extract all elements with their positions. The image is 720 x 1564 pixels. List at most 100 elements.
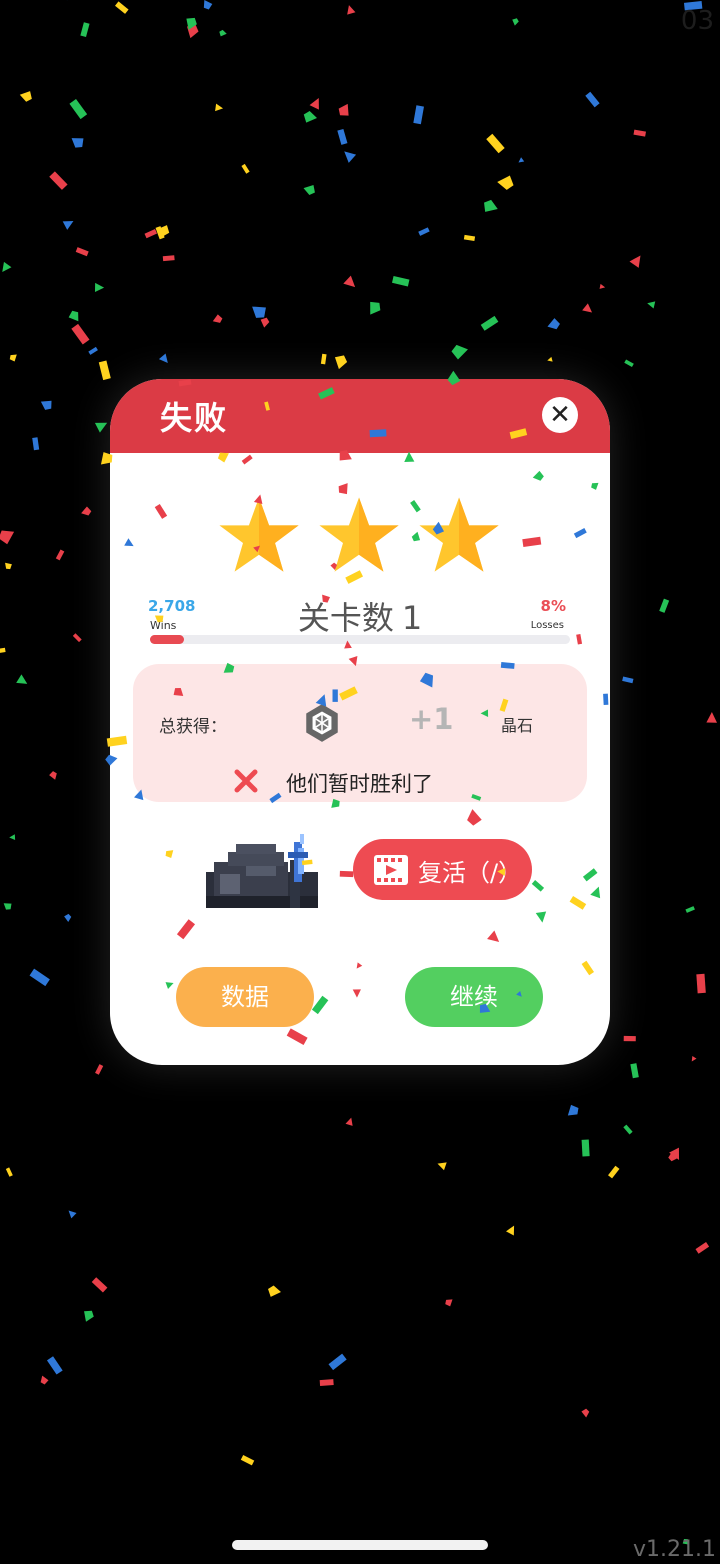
confetti-piece: [68, 310, 79, 322]
confetti-piece: [669, 1147, 680, 1160]
confetti-piece: [40, 400, 52, 410]
confetti-piece: [506, 1225, 515, 1236]
x-icon: [232, 767, 260, 795]
dialog-header: 失败 ✕: [110, 379, 610, 453]
revive-label: 复活（/）: [418, 853, 522, 888]
home-indicator[interactable]: [232, 1540, 488, 1550]
confetti-piece: [2, 261, 12, 273]
confetti-piece: [0, 647, 6, 654]
confetti-piece: [19, 91, 32, 102]
confetti-piece: [162, 255, 175, 262]
confetti-piece: [91, 1277, 108, 1293]
confetti-piece: [647, 301, 656, 309]
confetti-piece: [186, 17, 197, 30]
revive-text: 复活（: [418, 859, 490, 887]
confetti-piece: [203, 0, 213, 10]
confetti-piece: [547, 318, 560, 330]
confetti-piece: [392, 276, 410, 287]
confetti-piece: [599, 283, 606, 289]
loss-bar-fill: [150, 635, 184, 644]
confetti-piece: [84, 1310, 94, 1322]
confetti-piece: [581, 1139, 590, 1157]
confetti-piece: [40, 1375, 49, 1385]
confetti-piece: [29, 968, 50, 987]
crystal-icon: [301, 702, 343, 744]
continue-button[interactable]: 继续: [405, 967, 543, 1027]
confetti-piece: [334, 355, 348, 370]
confetti-piece: [633, 129, 646, 137]
confetti-piece: [706, 712, 718, 723]
confetti-piece: [75, 247, 89, 257]
confetti-piece: [268, 1285, 281, 1297]
star-icon: [216, 495, 302, 575]
confetti-piece: [497, 175, 514, 190]
confetti-piece: [512, 18, 519, 26]
confetti-piece: [64, 913, 72, 923]
confetti-piece: [156, 225, 170, 236]
confetti-piece: [696, 973, 706, 994]
confetti-piece: [240, 1454, 255, 1466]
confetti-piece: [547, 356, 553, 362]
confetti-piece: [9, 354, 17, 362]
confetti-piece: [624, 359, 634, 368]
confetti-piece: [480, 315, 499, 331]
character-sprite: [206, 834, 324, 914]
confetti-piece: [685, 906, 695, 913]
confetti-piece: [608, 1165, 620, 1179]
confetti-piece: [49, 771, 57, 780]
level-label: 关卡数: [297, 599, 394, 637]
confetti-piece: [623, 1035, 636, 1042]
star-icon: [316, 495, 402, 575]
confetti-piece: [486, 133, 505, 154]
confetti-piece: [418, 227, 430, 236]
revive-button[interactable]: 复活（/）: [353, 839, 532, 900]
confetti-piece: [319, 1379, 334, 1386]
defeat-dialog: 失败 ✕ 2,708 Wins 关卡数 1 8% Losses 总获得： +1 …: [110, 379, 610, 1065]
confetti-piece: [3, 903, 12, 910]
confetti-piece: [68, 1210, 77, 1219]
confetti-piece: [219, 29, 227, 37]
star-icon: [416, 495, 502, 575]
level-display: 关卡数 1: [110, 593, 610, 639]
revive-timer: /: [490, 859, 499, 887]
confetti-piece: [337, 128, 348, 145]
confetti-piece: [345, 1117, 353, 1126]
reward-panel: 总获得： +1 晶石 他们暂时胜利了: [133, 664, 587, 802]
confetti-piece: [303, 110, 317, 123]
confetti-piece: [518, 157, 525, 163]
losses-label: Losses: [530, 620, 564, 631]
confetti-piece: [437, 1162, 447, 1171]
close-button[interactable]: ✕: [542, 397, 578, 433]
data-button[interactable]: 数据: [176, 967, 314, 1027]
confetti-piece: [9, 834, 16, 841]
reward-item-name: 晶石: [501, 716, 534, 735]
confetti-piece: [98, 360, 111, 381]
confetti-piece: [62, 221, 74, 230]
confetti-piece: [115, 1, 129, 14]
reward-amount: +1: [409, 702, 454, 736]
confetti-piece: [260, 317, 270, 328]
confetti-piece: [88, 346, 98, 355]
confetti-piece: [5, 562, 12, 570]
confetti-piece: [581, 1408, 590, 1418]
star-rating: [216, 495, 506, 575]
confetti-piece: [629, 255, 641, 268]
confetti-piece: [16, 674, 28, 684]
revive-text-end: ）: [498, 859, 523, 887]
confetti-piece: [144, 229, 158, 239]
confetti-piece: [413, 105, 424, 125]
confetti-piece: [463, 234, 476, 242]
confetti-piece: [72, 633, 82, 643]
confetti-piece: [623, 1124, 633, 1135]
confetti-piece: [241, 163, 250, 174]
confetti-piece: [55, 549, 65, 561]
confetti-piece: [49, 171, 68, 190]
confetti-piece: [71, 323, 90, 345]
confetti-piece: [69, 98, 88, 120]
confetti-piece: [32, 437, 40, 451]
losses-value: 8%: [540, 597, 566, 615]
corner-counter: 03: [680, 6, 714, 36]
confetti-piece: [0, 530, 15, 545]
confetti-piece: [343, 275, 356, 288]
confetti-piece: [659, 598, 670, 613]
